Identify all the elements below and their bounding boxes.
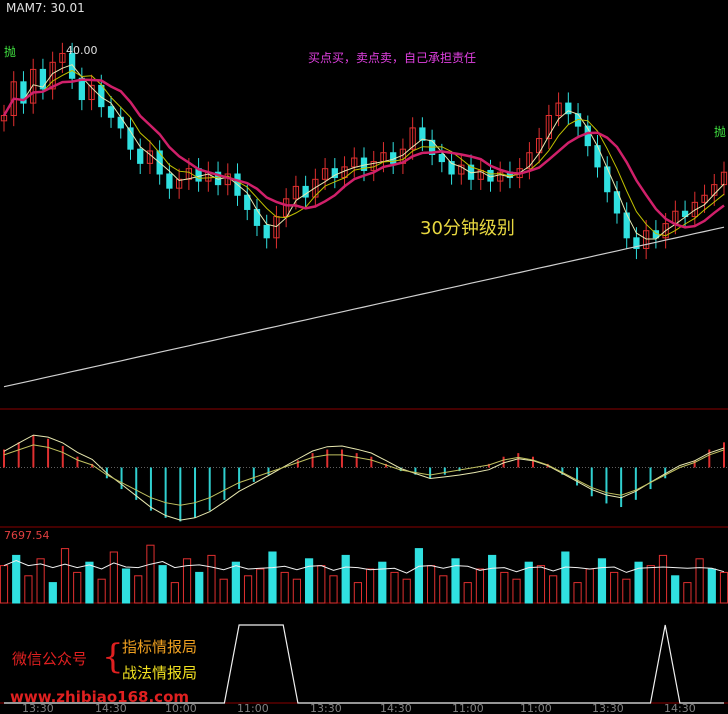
brace-glyph: { [102,637,124,677]
volume-bar [243,575,253,604]
candle-body [39,68,47,90]
x-tick-label: 13:30 [310,702,342,714]
sell-signal-right: 抛 [714,125,727,139]
candle-body [244,194,251,210]
volume-bar [488,554,497,604]
x-tick-label: 10:00 [165,702,197,714]
volume-bar [658,554,668,604]
candle-body [117,116,124,129]
volume-bar [195,571,204,604]
volume-bar [121,568,131,604]
price-marker-label: 40.00 [66,44,98,57]
volume-bar [12,554,21,604]
candle-body [166,173,173,189]
volume-bar [573,582,582,604]
volume-bar [414,548,424,604]
candle-body [107,106,115,118]
candle-body [263,224,270,239]
volume-bar [146,544,155,604]
watermark-account-1: 指标情报局 [122,638,198,656]
volume-bar [48,582,57,604]
chart-canvas [0,42,728,704]
watermark-account-2: 战法情报局 [122,664,198,682]
volume-bar [536,565,546,604]
volume-bar [329,575,338,604]
volume-bar [707,568,716,604]
x-tick-label: 11:00 [520,702,552,714]
volume-bar [280,571,289,604]
volume-bar [610,571,619,604]
volume-bar [256,568,265,604]
volume-bar [73,571,82,604]
volume-bar [561,551,570,604]
volume-bar [622,578,631,604]
candle-body [419,127,426,141]
volume-bar [719,571,728,604]
volume-bar [475,568,485,604]
ma-long-line [3,226,725,388]
timeframe-annotation: 30分钟级别 [420,218,515,239]
candle-body [604,166,611,193]
candle-body [78,77,85,101]
volume-bar [24,575,33,604]
slogan-annotation: 买点买，卖点卖，自己承担责任 [308,51,477,65]
volume-bar [341,554,350,604]
volume-bar [463,582,472,604]
volume-bar [170,582,179,604]
volume-bar [85,561,94,604]
volume-bar [36,558,45,604]
volume-bar [512,578,521,604]
volume-bar [549,575,558,604]
volume-bar [231,561,240,604]
volume-bar [158,565,167,604]
watermark-wechat: 微信公众号 [12,650,88,668]
candle-body [438,154,445,163]
chart-stage: MAM7: 30.01 买点买，卖点卖，自己承担责任 30分钟级别 抛 抛 40… [0,0,728,714]
volume-bar [695,558,704,604]
x-tick-label: 13:30 [592,702,624,714]
volume-bar [268,551,277,604]
volume-bar [109,551,118,604]
volume-bar [304,558,314,604]
volume-bar [353,582,362,604]
volume-bar [134,575,143,604]
volume-max-label: 7697.54 [4,529,50,542]
volume-bar [207,554,216,604]
volume-bar [671,575,680,604]
volume-bar [500,571,509,604]
volume-bar [597,558,607,604]
x-tick-label: 11:00 [452,702,484,714]
volume-bar [683,582,692,604]
volume-bar [402,578,411,604]
volume-ma-line [3,559,725,574]
volume-bar [292,578,301,604]
volume-bar [427,565,436,604]
volume-bar [60,548,70,604]
candle-body [137,148,144,164]
x-tick-label: 14:30 [664,702,696,714]
x-tick-label: 11:00 [237,702,269,714]
volume-bar [646,565,655,604]
volume-bar [390,571,399,604]
volume-bar [0,565,9,604]
sell-signal-left: 抛 [4,45,17,59]
x-tick-label: 13:30 [22,702,54,714]
macd-dea-line [3,444,725,506]
volume-bar [219,578,228,604]
volume-bar [317,565,326,604]
volume-bar [439,575,448,604]
ma-readout: MAM7: 30.01 [6,1,85,15]
volume-bar [97,578,106,604]
volume-bar [378,561,387,604]
volume-bar [366,568,375,604]
x-tick-label: 14:30 [95,702,127,714]
x-tick-label: 14:30 [380,702,412,714]
volume-bar [585,568,594,604]
candle-body [594,145,601,168]
